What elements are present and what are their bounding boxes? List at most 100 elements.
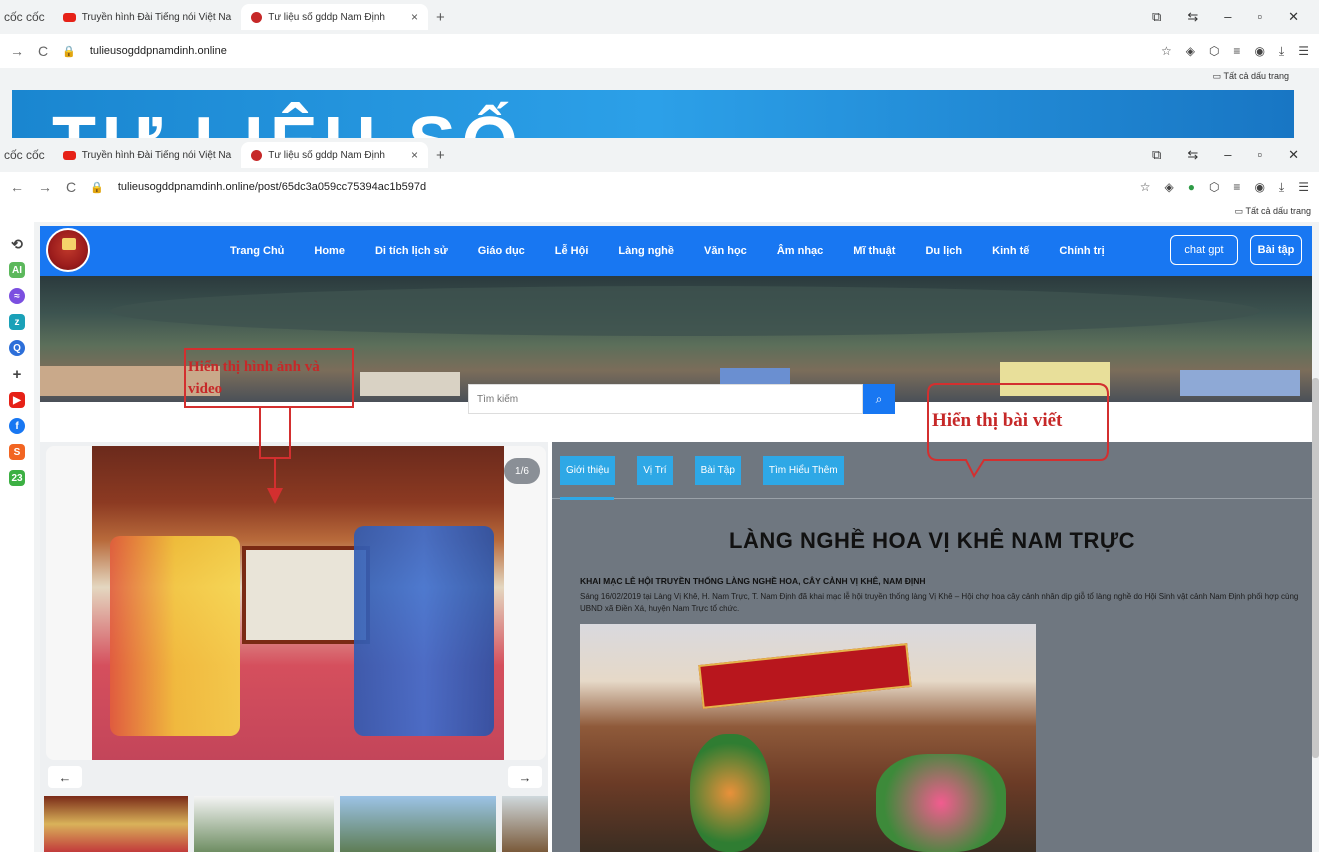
url-field[interactable]: tulieusogddpnamdinh.online/post/65dc3a05…	[118, 181, 1126, 193]
ai-icon[interactable]: AI	[9, 262, 25, 278]
minimize-button[interactable]: –	[1224, 9, 1231, 25]
close-window-button[interactable]: ✕	[1288, 9, 1299, 25]
screenshot-icon[interactable]: ⧉	[1152, 147, 1161, 163]
chat-gpt-button[interactable]: chat gpt	[1170, 235, 1238, 265]
url-field[interactable]: tulieusogddpnamdinh.online	[90, 45, 1147, 57]
gallery-thumbnail[interactable]	[44, 796, 188, 852]
window-controls: ⧉ ⇆ – ▫ ✕	[1152, 147, 1319, 163]
profile-icon[interactable]: ◉	[1254, 180, 1264, 195]
translate-icon[interactable]: ⇆	[1187, 147, 1198, 163]
reading-list-icon[interactable]: ≡	[1233, 180, 1240, 195]
page-scrollbar[interactable]	[1312, 378, 1319, 758]
tab-youtube[interactable]: Truyền hình Đài Tiếng nói Việt Na	[53, 4, 242, 30]
youtube-icon[interactable]: ▶	[9, 392, 25, 408]
shield-icon[interactable]: ◈	[1164, 180, 1173, 195]
shield-icon[interactable]: ◈	[1186, 44, 1195, 59]
close-tab-icon[interactable]: ×	[411, 10, 418, 24]
add-icon[interactable]: +	[9, 366, 25, 383]
nav-link[interactable]: Văn học	[704, 245, 747, 257]
tab-tulieuso[interactable]: Tư liệu số gddp Nam Định ×	[241, 4, 428, 30]
site-navbar: Trang Chủ Home Di tích lịch sử Giáo dục …	[40, 226, 1312, 276]
all-bookmarks-link[interactable]: Tất cả dấu trang	[1245, 206, 1311, 216]
profile-icon[interactable]: ◉	[1254, 44, 1264, 59]
youtube-icon	[62, 150, 76, 160]
gallery-thumbnail[interactable]	[502, 796, 548, 852]
gallery-thumbnail[interactable]	[340, 796, 496, 852]
nav-link[interactable]: Trang Chủ	[230, 245, 284, 257]
shopee-icon[interactable]: S	[9, 444, 25, 460]
calendar-icon[interactable]: 23	[9, 470, 25, 486]
search-input[interactable]	[468, 384, 863, 414]
forward-icon[interactable]: →	[10, 43, 24, 59]
youtube-icon	[62, 12, 76, 22]
lock-icon[interactable]: 🔒	[90, 181, 104, 194]
messenger-icon[interactable]: ≈	[9, 288, 25, 304]
nav-link[interactable]: Lễ Hội	[555, 245, 589, 257]
next-slide-button[interactable]: →	[508, 766, 542, 788]
nav-link[interactable]: Kinh tế	[992, 245, 1029, 257]
forward-icon[interactable]: →	[38, 179, 52, 195]
extensions-icon[interactable]: ⬡	[1209, 44, 1219, 59]
toolbar-icons: ☆ ◈ ● ⬡ ≡ ◉ ⤓ ☰	[1140, 180, 1309, 195]
download-icon[interactable]: ⤓	[1279, 180, 1284, 195]
green-extension-icon[interactable]: ●	[1188, 180, 1195, 195]
star-icon[interactable]: ☆	[1140, 180, 1151, 195]
nav-link[interactable]: Home	[314, 245, 345, 257]
new-tab-button[interactable]: +	[428, 9, 453, 26]
minimize-button[interactable]: –	[1224, 147, 1231, 163]
gallery-thumbnail[interactable]	[194, 796, 334, 852]
reload-icon[interactable]: C	[38, 43, 48, 59]
extensions-icon[interactable]: ⬡	[1209, 180, 1219, 195]
exercise-button[interactable]: Bài tập	[1250, 235, 1302, 265]
history-icon[interactable]: ⟲	[9, 236, 25, 252]
tab-intro[interactable]: Giới thiệu	[560, 456, 616, 485]
screenshot-icon[interactable]: ⧉	[1152, 9, 1161, 25]
window-controls: ⧉ ⇆ – ▫ ✕	[1152, 9, 1319, 25]
article-panel: Giới thiệu Vị Trí Bài Tập Tìm Hiểu Thêm …	[552, 442, 1312, 852]
all-bookmarks-link[interactable]: Tất cả dấu trang	[1223, 71, 1289, 81]
tab-exercise[interactable]: Bài Tập	[694, 456, 741, 485]
article-subtitle: KHAI MẠC LỄ HỘI TRUYỀN THỐNG LÀNG NGHỀ H…	[580, 576, 926, 586]
nav-link[interactable]: Du lịch	[925, 245, 962, 257]
site-favicon-icon	[251, 149, 263, 161]
tab-strip: cốc cốc Truyền hình Đài Tiếng nói Việt N…	[0, 138, 1319, 172]
download-icon[interactable]: ⤓	[1279, 44, 1284, 59]
nav-link[interactable]: Làng nghề	[618, 245, 674, 257]
search-button[interactable]: ⌕	[863, 384, 895, 414]
nav-link[interactable]: Mĩ thuật	[853, 245, 895, 257]
nav-link[interactable]: Chính trị	[1059, 245, 1104, 257]
translate-icon[interactable]: ⇆	[1187, 9, 1198, 25]
zalo-icon[interactable]: z	[9, 314, 25, 330]
back-icon[interactable]: ←	[10, 179, 24, 195]
tab-learn-more[interactable]: Tìm Hiểu Thêm	[762, 456, 844, 485]
site-logo[interactable]	[46, 228, 90, 272]
nav-links: Trang Chủ Home Di tích lịch sử Giáo dục …	[230, 226, 1105, 276]
article-photo	[580, 624, 1036, 852]
menu-icon[interactable]: ☰	[1298, 44, 1309, 59]
close-tab-icon[interactable]: ×	[411, 148, 418, 162]
banner-text: TƯ LIỆU SỐ	[52, 102, 524, 140]
close-window-button[interactable]: ✕	[1288, 147, 1299, 163]
tab-youtube[interactable]: Truyền hình Đài Tiếng nói Việt Na	[53, 142, 242, 168]
prev-slide-button[interactable]: ←	[48, 766, 82, 788]
tab-strip: cốc cốc Truyền hình Đài Tiếng nói Việt N…	[0, 0, 1319, 34]
reload-icon[interactable]: C	[66, 179, 76, 195]
star-icon[interactable]: ☆	[1161, 44, 1172, 59]
facebook-icon[interactable]: f	[9, 418, 25, 434]
search-engine-icon[interactable]: Q	[9, 340, 25, 356]
nav-link[interactable]: Âm nhạc	[777, 245, 823, 257]
nav-link[interactable]: Di tích lịch sử	[375, 245, 448, 257]
maximize-button[interactable]: ▫	[1257, 9, 1262, 25]
annotation-arrow	[259, 408, 291, 504]
tab-location[interactable]: Vị Trí	[637, 456, 673, 485]
photo-flowers	[876, 754, 1006, 852]
reading-list-icon[interactable]: ≡	[1233, 44, 1240, 59]
maximize-button[interactable]: ▫	[1257, 147, 1262, 163]
folder-icon: ▭	[1212, 71, 1222, 81]
new-tab-button[interactable]: +	[428, 147, 453, 164]
tab-tulieuso[interactable]: Tư liệu số gddp Nam Định ×	[241, 142, 428, 168]
lock-icon[interactable]: 🔒	[62, 45, 76, 58]
nav-link[interactable]: Giáo dục	[478, 245, 525, 257]
menu-icon[interactable]: ☰	[1298, 180, 1309, 195]
search-icon: ⌕	[875, 391, 883, 406]
